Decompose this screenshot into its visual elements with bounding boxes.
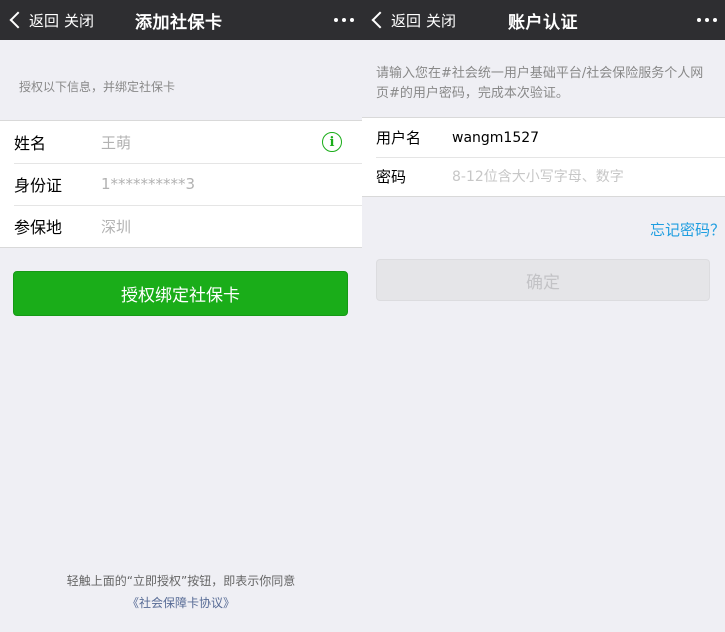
more-dot-icon — [334, 18, 338, 22]
chevron-left-icon — [371, 11, 389, 29]
chevron-left-icon — [9, 11, 27, 29]
page-title: 添加社保卡 — [135, 12, 223, 33]
more-dot-icon — [713, 18, 717, 22]
info-form: 姓名 王萌 i 身份证 1**********3 参保地 深圳 — [0, 120, 362, 248]
form-row-username: 用户名 — [362, 118, 725, 157]
username-label: 用户名 — [376, 129, 422, 147]
agreement-footer: 轻触上面的“立即授权”按钮，即表示你同意 《社会保障卡协议》 — [0, 570, 362, 614]
page-title: 账户认证 — [508, 12, 578, 33]
back-label: 返回 — [29, 11, 60, 30]
form-row-password: 密码 — [362, 157, 725, 196]
password-input[interactable] — [452, 168, 702, 185]
authorize-hint: 授权以下信息，并绑定社保卡 — [19, 80, 176, 94]
nav-bar: 返回 关闭 添加社保卡 — [0, 0, 362, 40]
location-label: 参保地 — [14, 218, 63, 237]
more-button[interactable] — [697, 0, 717, 40]
add-social-card-screen: 返回 关闭 添加社保卡 授权以下信息，并绑定社保卡 姓名 王萌 i 身份证 1*… — [0, 0, 362, 632]
more-button[interactable] — [334, 0, 354, 40]
close-button[interactable]: 关闭 — [426, 0, 456, 40]
forgot-password-link[interactable]: 忘记密码？ — [650, 219, 725, 240]
info-icon[interactable]: i — [322, 132, 342, 152]
close-button[interactable]: 关闭 — [64, 0, 94, 40]
form-row-id: 身份证 1**********3 — [0, 163, 362, 205]
back-label: 返回 — [391, 11, 422, 30]
back-button[interactable]: 返回 — [370, 0, 421, 40]
back-button[interactable]: 返回 — [8, 0, 59, 40]
more-dot-icon — [705, 18, 709, 22]
nav-bar: 返回 关闭 账户认证 — [362, 0, 725, 40]
location-value: 深圳 — [101, 217, 132, 236]
agreement-link[interactable]: 《社会保障卡协议》 — [0, 592, 362, 614]
account-verify-screen: 返回 关闭 账户认证 请输入您在#社会统一用户基础平台/社会保险服务个人网页#的… — [362, 0, 725, 632]
name-value: 王萌 — [101, 133, 132, 152]
agreement-text: 轻触上面的“立即授权”按钮，即表示你同意 — [66, 574, 296, 588]
form-row-name: 姓名 王萌 i — [0, 121, 362, 163]
name-label: 姓名 — [14, 134, 47, 153]
verify-hint: 请输入您在#社会统一用户基础平台/社会保险服务个人网页#的用户密码，完成本次验证… — [376, 66, 704, 101]
id-value: 1**********3 — [101, 175, 196, 193]
more-dot-icon — [342, 18, 346, 22]
form-row-location: 参保地 深圳 — [0, 205, 362, 247]
bind-card-button[interactable]: 授权绑定社保卡 — [13, 271, 348, 316]
confirm-button[interactable]: 确定 — [376, 259, 710, 301]
username-input[interactable] — [452, 129, 702, 146]
id-label: 身份证 — [14, 176, 63, 195]
login-form: 用户名 密码 — [362, 117, 725, 197]
password-label: 密码 — [376, 168, 407, 186]
app-root: 返回 关闭 添加社保卡 授权以下信息，并绑定社保卡 姓名 王萌 i 身份证 1*… — [0, 0, 725, 632]
more-dot-icon — [697, 18, 701, 22]
more-dot-icon — [350, 18, 354, 22]
